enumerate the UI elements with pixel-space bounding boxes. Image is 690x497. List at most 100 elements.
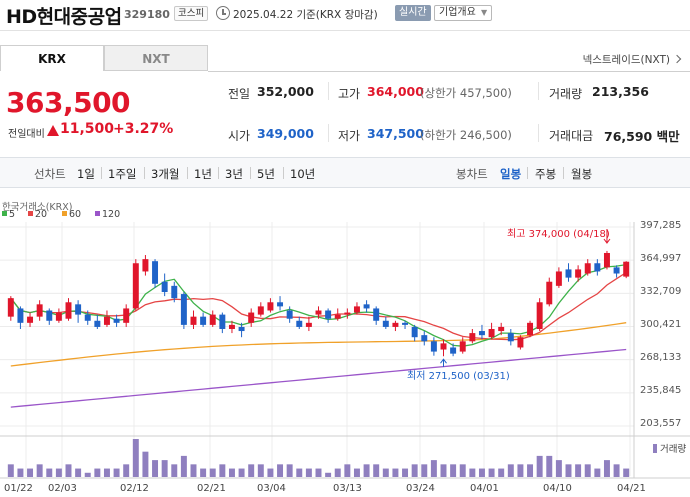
candle-body xyxy=(94,320,101,327)
y-tick: 203,557 xyxy=(640,418,682,429)
stock-header: HD현대중공업 329180 코스피 2025.04.22 기준(KRX 장마감… xyxy=(0,0,690,30)
candle-body xyxy=(277,302,284,307)
volume-bar xyxy=(430,460,437,477)
candle-body xyxy=(123,308,130,323)
volume-bar xyxy=(142,451,149,477)
volume-bar xyxy=(584,464,591,477)
candle-body xyxy=(334,314,341,319)
candle-body xyxy=(113,318,120,323)
low-value: 347,500 xyxy=(367,126,424,141)
volume-label: 거래량 xyxy=(549,87,583,101)
candle-body xyxy=(209,314,216,325)
candle-body xyxy=(527,322,534,336)
high-value: 364,000 xyxy=(367,84,424,99)
volume-bar xyxy=(7,464,14,477)
company-overview-dropdown[interactable]: 기업개요 ▼ xyxy=(434,5,493,21)
x-tick: 04/01 xyxy=(470,483,499,494)
volume-bar xyxy=(527,464,534,477)
volume-bar xyxy=(546,455,553,477)
volume-bar xyxy=(334,468,341,477)
prev-close-label: 전일 xyxy=(228,87,251,101)
period-5y[interactable]: 5년 xyxy=(257,166,275,182)
candle-body xyxy=(430,341,437,352)
candle-weekly[interactable]: 주봉 xyxy=(535,166,556,182)
volume-bar xyxy=(55,468,62,477)
candle-body xyxy=(575,269,582,278)
tab-nxt[interactable]: NXT xyxy=(104,45,208,71)
candle-body xyxy=(498,326,505,332)
candle-body xyxy=(353,306,360,313)
volume-bar xyxy=(296,468,303,477)
volume-bar xyxy=(565,464,572,477)
volume-bar xyxy=(152,460,159,477)
candle-body xyxy=(623,261,630,277)
candle-body xyxy=(440,343,447,350)
candle-body xyxy=(200,316,207,325)
volume-bar xyxy=(161,460,168,477)
volume-bar xyxy=(613,464,620,477)
candle-body xyxy=(305,322,312,327)
candle-body xyxy=(171,285,178,299)
volume-bar xyxy=(94,468,101,477)
candle-body xyxy=(238,326,245,332)
volume-bar xyxy=(209,468,216,477)
volume-bar xyxy=(113,468,120,477)
volume-bar xyxy=(305,468,312,477)
tab-krx[interactable]: KRX xyxy=(0,45,104,71)
line-chart-label: 선차트 xyxy=(34,167,66,181)
candle-body xyxy=(7,298,14,317)
y-tick: 397,285 xyxy=(640,220,682,231)
volume-bar xyxy=(478,468,485,477)
volume-bar xyxy=(536,455,543,477)
candle-body xyxy=(594,263,601,272)
volume-bar xyxy=(46,468,53,477)
volume-bar xyxy=(325,472,332,477)
candle-body xyxy=(603,252,610,268)
volume-bar xyxy=(517,464,524,477)
upper-limit: (상한가 457,500) xyxy=(420,86,512,100)
volume-bar xyxy=(228,468,235,477)
period-3y[interactable]: 3년 xyxy=(225,166,243,182)
stock-chart[interactable] xyxy=(0,196,690,497)
volume-bar xyxy=(219,464,226,477)
y-tick: 235,845 xyxy=(640,385,682,396)
low-label: 저가 xyxy=(338,129,361,143)
volume-legend: 거래량 xyxy=(653,441,686,455)
volume-bar xyxy=(65,464,72,477)
candle-daily[interactable]: 일봉 xyxy=(500,166,521,182)
low-annotation: 최저 271,500 (03/31) xyxy=(407,371,510,382)
period-3m[interactable]: 3개월 xyxy=(151,166,179,182)
candle-body xyxy=(132,263,139,309)
volume-bar xyxy=(257,464,264,477)
volume-bar xyxy=(267,468,274,477)
candle-body xyxy=(65,302,72,319)
volume-bar xyxy=(171,464,178,477)
period-1y[interactable]: 1년 xyxy=(194,166,212,182)
candle-body xyxy=(382,320,389,327)
candle-body xyxy=(161,281,168,293)
candle-monthly[interactable]: 월봉 xyxy=(571,166,592,182)
candle-body xyxy=(555,271,562,286)
volume-bar xyxy=(248,464,255,477)
candle-body xyxy=(248,312,255,323)
period-10y[interactable]: 10년 xyxy=(290,166,315,182)
volume-bar xyxy=(402,468,409,477)
realtime-button[interactable]: 실시간 xyxy=(395,5,431,21)
candle-body xyxy=(142,259,149,272)
candle-body xyxy=(392,322,399,327)
candle-body xyxy=(565,269,572,278)
y-tick: 268,133 xyxy=(640,352,682,363)
candle-body xyxy=(75,304,82,315)
candle-body xyxy=(546,281,553,305)
volume-bar xyxy=(200,468,207,477)
volume-bar xyxy=(555,460,562,477)
chevron-down-icon: ▼ xyxy=(481,8,488,17)
period-1w[interactable]: 1주일 xyxy=(108,166,136,182)
volume-bar xyxy=(450,464,457,477)
x-tick: 02/12 xyxy=(120,483,149,494)
candle-body xyxy=(478,331,485,336)
volume-bar xyxy=(190,464,197,477)
candle-body xyxy=(190,316,197,325)
nextrade-link[interactable]: 넥스트레이드(NXT) xyxy=(583,52,680,67)
period-1d[interactable]: 1일 xyxy=(77,166,95,182)
